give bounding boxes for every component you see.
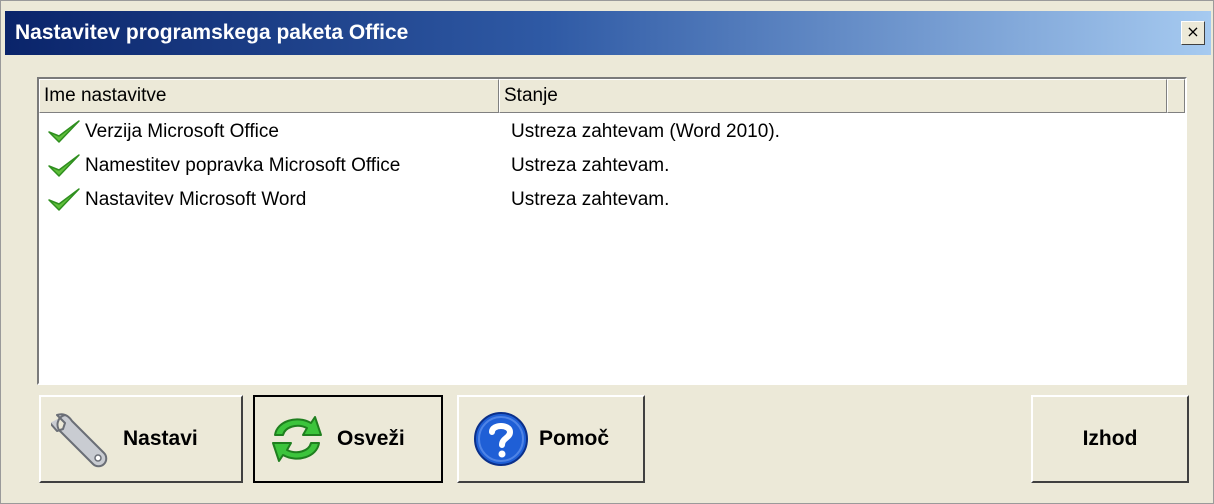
setting-status: Ustreza zahtevam (Word 2010).: [511, 121, 780, 142]
checkmark-icon: [48, 188, 80, 211]
checkmark-icon: [48, 154, 80, 177]
list-header: Ime nastavitve Stanje: [39, 79, 1185, 113]
help-button[interactable]: Pomoč: [457, 395, 645, 483]
setting-name: Namestitev popravka Microsoft Office: [85, 155, 401, 176]
checkmark-icon: [48, 120, 80, 143]
close-button[interactable]: ×: [1181, 21, 1205, 45]
column-header-name[interactable]: Ime nastavitve: [39, 79, 499, 113]
refresh-button-label: Osveži: [337, 427, 405, 450]
help-icon: [474, 412, 528, 466]
list-item[interactable]: Nastavitev Microsoft Word Ustreza zahtev…: [39, 183, 1185, 217]
settings-window: Nastavitev programskega paketa Office × …: [0, 0, 1214, 504]
settings-list[interactable]: Ime nastavitve Stanje Verzija Microsoft …: [37, 77, 1187, 385]
setting-status: Ustreza zahtevam.: [511, 189, 670, 210]
column-header-status[interactable]: Stanje: [499, 79, 1167, 113]
setting-name: Verzija Microsoft Office: [85, 121, 279, 142]
wrench-icon: [51, 413, 108, 468]
refresh-button[interactable]: Osveži: [253, 395, 443, 483]
list-item[interactable]: Namestitev popravka Microsoft Office Ust…: [39, 149, 1185, 183]
setup-button-label: Nastavi: [123, 427, 198, 450]
list-item[interactable]: Verzija Microsoft Office Ustreza zahteva…: [39, 115, 1185, 149]
exit-button-label: Izhod: [1082, 427, 1138, 450]
setup-button[interactable]: Nastavi: [39, 395, 243, 483]
exit-button[interactable]: Izhod: [1031, 395, 1189, 483]
column-header-filler: [1167, 79, 1185, 113]
title-bar: Nastavitev programskega paketa Office ×: [5, 11, 1211, 55]
window-title: Nastavitev programskega paketa Office: [15, 21, 409, 44]
setting-status: Ustreza zahtevam.: [511, 155, 670, 176]
help-button-label: Pomoč: [539, 427, 610, 450]
refresh-icon: [272, 416, 322, 462]
setting-name: Nastavitev Microsoft Word: [85, 189, 307, 210]
